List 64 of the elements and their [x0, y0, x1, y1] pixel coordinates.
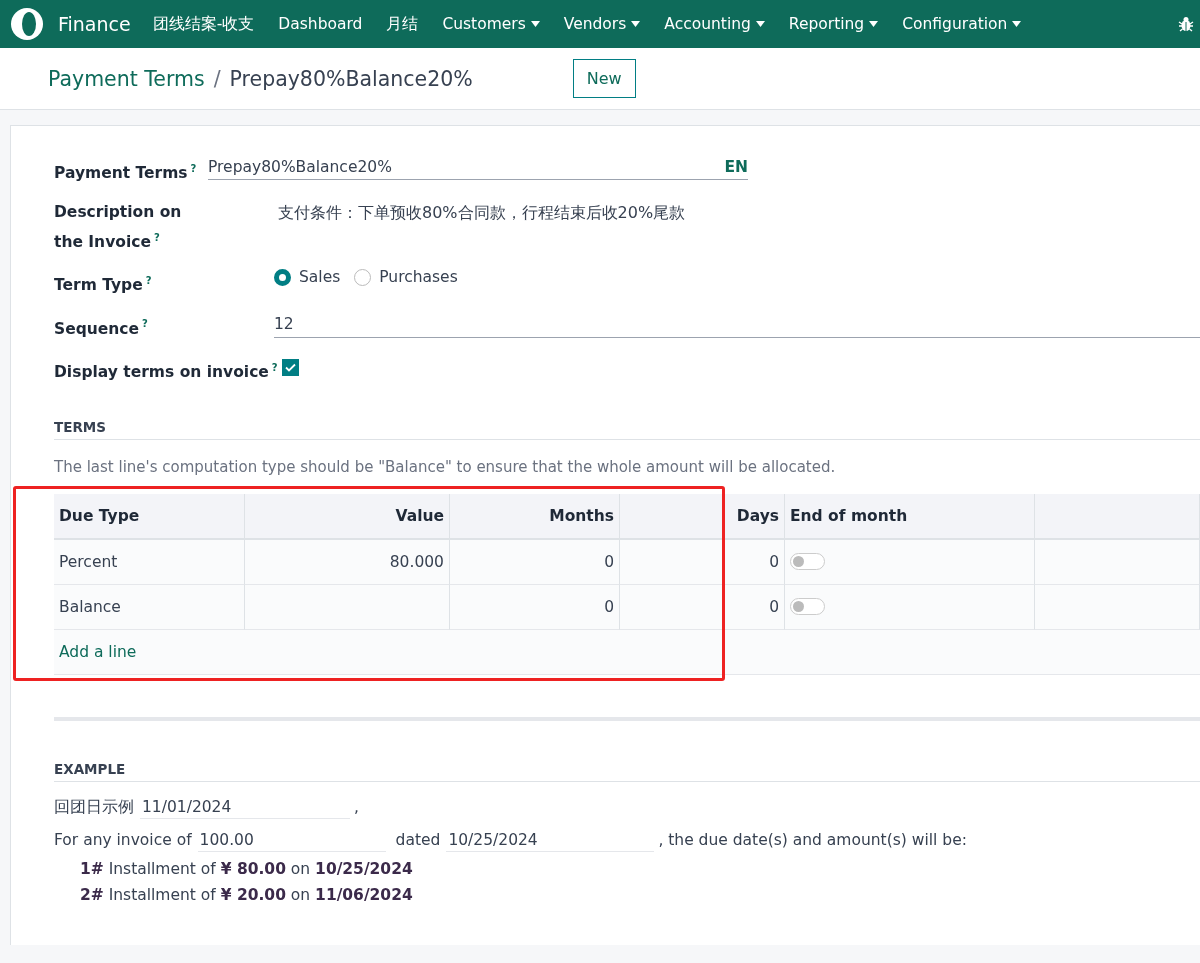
table-cell: 0: [620, 584, 785, 630]
table-cell: 0: [620, 539, 785, 585]
table-cell: Balance: [54, 584, 245, 630]
app-name[interactable]: Finance: [58, 13, 131, 35]
caret-icon[interactable]: [631, 21, 641, 27]
toggle-switch[interactable]: [790, 598, 825, 616]
menu-item[interactable]: Vendors: [563, 15, 641, 33]
caret-icon[interactable]: [1012, 21, 1022, 27]
section-heading: TERMS: [54, 418, 1200, 440]
terms-note: The last line's computation type should be "Balance" to ensure that the whole amount will be allocated.: [54, 457, 837, 476]
field-label: Sequence $^{?}$: [54, 319, 148, 338]
name-field[interactable]: Prepay80%Balance20% EN: [208, 156, 748, 180]
field-label: Display terms on invoice $^{?}$: [54, 362, 278, 381]
new-button[interactable]: New: [572, 59, 636, 98]
radio-button[interactable]: [274, 268, 291, 286]
amount-field[interactable]: 100.00: [197, 828, 386, 852]
column-header[interactable]: End of month: [785, 493, 1035, 540]
name-value: Prepay80%Balance20%: [208, 158, 392, 176]
installment-line: 2# Installment of ¥ 20.00 on 11/06/2024: [80, 885, 414, 904]
menu-item[interactable]: Configuration: [902, 15, 1022, 33]
column-header[interactable]: Due Type: [54, 493, 245, 540]
bug-icon[interactable]: [1178, 16, 1194, 32]
language-button[interactable]: EN: [724, 158, 748, 176]
column-header[interactable]: Days: [620, 493, 785, 540]
menu-item[interactable]: Customers: [442, 15, 540, 33]
dated-label: dated: [395, 831, 441, 850]
table-cell: Percent: [54, 539, 245, 585]
separator-text: ,: [354, 798, 359, 817]
caret-icon[interactable]: [755, 21, 765, 27]
breadcrumb-link[interactable]: Payment Terms: [48, 66, 205, 91]
field-label: Description on the Invoice $^{?}$: [54, 202, 183, 254]
description-field[interactable]: 支付条件：下单预收80%合同款，行程结束后收20%尾款: [274, 199, 686, 225]
column-header[interactable]: Value: [245, 493, 450, 540]
breadcrumb-separator: /: [213, 66, 221, 91]
field-label: Payment Terms $^{?}$: [54, 164, 197, 183]
menu-item[interactable]: Reporting: [788, 15, 879, 33]
table-cell: 0: [450, 584, 620, 630]
table-cell: 0: [450, 539, 620, 585]
menu-item[interactable]: 团线结案-收支: [152, 13, 255, 35]
menu-item[interactable]: Dashboard: [278, 15, 363, 33]
table-cell: 80.000: [245, 539, 450, 585]
caret-icon[interactable]: [530, 21, 540, 27]
menu-item[interactable]: Accounting: [664, 15, 765, 33]
date-field[interactable]: 11/01/2024: [140, 795, 350, 819]
result-text: , the due date(s) and amount(s) will be:: [658, 831, 967, 850]
sequence-field[interactable]: 12: [274, 311, 1200, 339]
checkbox[interactable]: [281, 358, 299, 376]
radio-label: Purchases: [379, 268, 458, 287]
app-logo-icon[interactable]: [10, 7, 44, 41]
column-header[interactable]: Months: [450, 493, 620, 540]
invoice-label: For any invoice of: [54, 831, 192, 850]
date-label: 回团日示例: [54, 796, 134, 818]
radio-button[interactable]: [354, 268, 372, 286]
radio-label: Sales: [299, 268, 341, 287]
installment-line: 1# Installment of ¥ 80.00 on 10/25/2024: [80, 859, 414, 878]
section-heading: EXAMPLE: [54, 760, 1200, 782]
add-line-link[interactable]: Add a line: [59, 642, 137, 661]
toggle-switch[interactable]: [790, 553, 825, 571]
invoice-date-field[interactable]: 10/25/2024: [446, 828, 655, 852]
caret-icon[interactable]: [869, 21, 879, 27]
checkmark-icon: [284, 362, 296, 372]
menu-item[interactable]: 月结: [386, 13, 419, 35]
record-title: Prepay80%Balance20%: [229, 66, 473, 91]
field-label: Term Type $^{?}$: [54, 276, 152, 295]
